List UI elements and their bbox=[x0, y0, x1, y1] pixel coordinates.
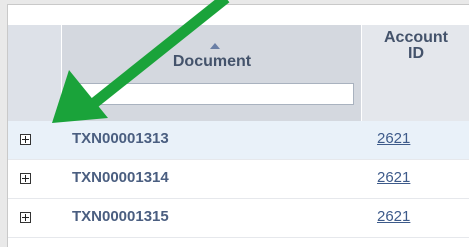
expand-column-header bbox=[8, 25, 62, 121]
document-cell: TXN00001315 bbox=[72, 208, 169, 225]
table-row[interactable]: TXN00001313 2621 bbox=[8, 121, 469, 160]
sort-ascending-icon[interactable] bbox=[210, 43, 220, 49]
account-id-link[interactable]: 2621 bbox=[377, 169, 410, 186]
document-filter-input[interactable] bbox=[72, 83, 354, 105]
table-row[interactable]: TXN00001315 2621 bbox=[8, 199, 469, 238]
expand-plus-icon[interactable] bbox=[20, 212, 31, 223]
expand-plus-icon[interactable] bbox=[20, 134, 31, 145]
grid-panel: Document Account ID TXN00001313 2621 TXN… bbox=[7, 4, 469, 247]
document-cell: TXN00001313 bbox=[72, 130, 169, 147]
account-id-column-label[interactable]: Account ID bbox=[362, 30, 469, 62]
account-id-column-header[interactable]: Account ID bbox=[362, 25, 469, 121]
document-column-label[interactable]: Document bbox=[62, 53, 362, 71]
account-id-link[interactable]: 2621 bbox=[377, 130, 410, 147]
grid-header: Document Account ID bbox=[8, 25, 469, 122]
expand-plus-icon[interactable] bbox=[20, 173, 31, 184]
account-id-link[interactable]: 2621 bbox=[377, 208, 410, 225]
document-column-header[interactable]: Document bbox=[62, 25, 362, 121]
document-cell: TXN00001314 bbox=[72, 169, 169, 186]
table-row[interactable]: TXN00001314 2621 bbox=[8, 160, 469, 199]
